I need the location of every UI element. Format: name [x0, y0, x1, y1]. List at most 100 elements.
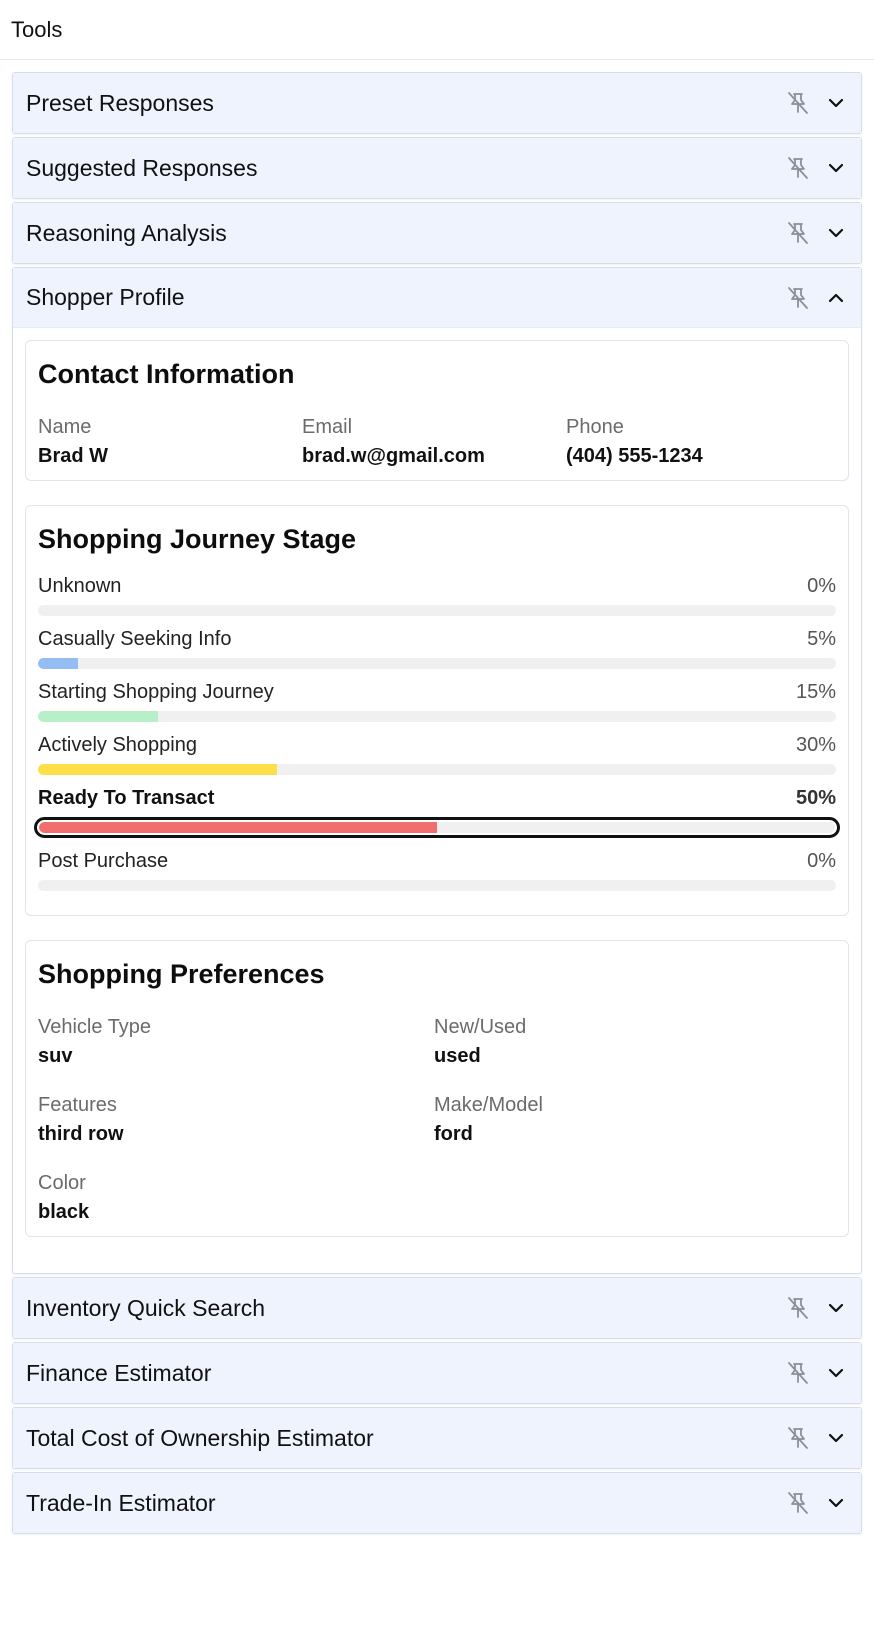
pin-off-icon[interactable] — [785, 1295, 811, 1321]
chevron-down-icon[interactable] — [825, 1492, 847, 1514]
chevron-down-icon[interactable] — [825, 1362, 847, 1384]
stage-starting-shopping-journey: Starting Shopping Journey 15% — [38, 681, 836, 722]
make-model-label: Make/Model — [434, 1094, 543, 1116]
panel-inventory-quick-search: Inventory Quick Search — [12, 1277, 862, 1339]
stage-casually-seeking-info: Casually Seeking Info 5% — [38, 628, 836, 669]
panel-preset-responses: Preset Responses — [12, 72, 862, 134]
shopping-journey-card: Shopping Journey Stage Unknown 0% Casually… — [25, 505, 849, 916]
pin-off-icon[interactable] — [785, 1490, 811, 1516]
progress-track — [39, 822, 835, 833]
progress-fill — [38, 658, 78, 669]
progress-track — [38, 605, 836, 616]
vehicle-type-value: suv — [38, 1045, 73, 1067]
chevron-down-icon[interactable] — [825, 1427, 847, 1449]
panel-header-trade-in-estimator[interactable]: Trade-In Estimator — [13, 1473, 861, 1533]
chevron-down-icon[interactable] — [825, 92, 847, 114]
progress-bar-frame — [38, 711, 836, 722]
progress-bar-frame — [38, 658, 836, 669]
new-used-value: used — [434, 1045, 481, 1067]
tools-header: Tools — [0, 0, 874, 60]
pin-off-icon[interactable] — [785, 220, 811, 246]
stage-actively-shopping: Actively Shopping 30% — [38, 734, 836, 775]
panel-header-total-cost-of-ownership[interactable]: Total Cost of Ownership Estimator — [13, 1408, 861, 1468]
stage-label: Casually Seeking Info — [38, 628, 232, 650]
page-title: Tools — [11, 16, 63, 42]
pin-off-icon[interactable] — [785, 285, 811, 311]
stage-label: Unknown — [38, 575, 122, 597]
panel-finance-estimator: Finance Estimator — [12, 1342, 862, 1404]
phone-value: (404) 555-1234 — [566, 445, 703, 467]
stage-row: Casually Seeking Info 5% — [38, 628, 836, 651]
progress-fill — [38, 711, 158, 722]
panel-title: Suggested Responses — [26, 154, 258, 181]
progress-fill — [39, 822, 437, 833]
phone-label: Phone — [566, 416, 624, 438]
shopper-profile-body: Contact Information Name Brad W Email br… — [13, 328, 861, 1273]
panel-trade-in-estimator: Trade-In Estimator — [12, 1472, 862, 1534]
panel-reasoning-analysis: Reasoning Analysis — [12, 202, 862, 264]
stage-percent: 15% — [795, 681, 836, 703]
progress-bar-frame — [38, 764, 836, 775]
name-value: Brad W — [38, 445, 108, 467]
progress-track — [38, 658, 836, 669]
stage-list: Unknown 0% Casually Seeking Info 5% Starting… — [34, 575, 840, 891]
progress-bar-frame — [38, 880, 836, 891]
tools-panel-list: Preset Responses Suggested Responses Rea… — [0, 60, 874, 1534]
panel-title: Finance Estimator — [26, 1359, 212, 1386]
panel-title: Inventory Quick Search — [26, 1294, 266, 1321]
stage-label: Starting Shopping Journey — [38, 681, 274, 703]
stage-unknown: Unknown 0% — [38, 575, 836, 616]
panel-title: Reasoning Analysis — [26, 219, 227, 246]
panel-header-shopper-profile[interactable]: Shopper Profile — [13, 268, 861, 328]
stage-row: Unknown 0% — [38, 575, 836, 598]
stage-post-purchase: Post Purchase 0% — [38, 850, 836, 891]
chevron-down-icon[interactable] — [825, 1297, 847, 1319]
panel-header-reasoning-analysis[interactable]: Reasoning Analysis — [13, 203, 861, 263]
stage-row: Post Purchase 0% — [38, 850, 836, 873]
stage-percent: 30% — [795, 734, 836, 756]
panel-title: Preset Responses — [26, 89, 214, 116]
stage-row: Actively Shopping 30% — [38, 734, 836, 757]
stage-row: Starting Shopping Journey 15% — [38, 681, 836, 704]
pin-off-icon[interactable] — [785, 1425, 811, 1451]
pin-off-icon[interactable] — [785, 155, 811, 181]
pin-off-icon[interactable] — [785, 1360, 811, 1386]
panel-suggested-responses: Suggested Responses — [12, 137, 862, 199]
stage-label: Post Purchase — [38, 850, 169, 872]
chevron-down-icon[interactable] — [825, 222, 847, 244]
panel-header-preset-responses[interactable]: Preset Responses — [13, 73, 861, 133]
features-label: Features — [38, 1094, 117, 1116]
shopping-preferences-card: Shopping Preferences Vehicle Type suv Ne… — [25, 940, 849, 1237]
progress-bar-frame — [38, 605, 836, 616]
make-model-value: ford — [434, 1123, 473, 1145]
card-title: Shopping Journey Stage — [38, 524, 357, 554]
progress-track — [38, 711, 836, 722]
panel-title: Total Cost of Ownership Estimator — [26, 1424, 374, 1451]
panel-header-finance-estimator[interactable]: Finance Estimator — [13, 1343, 861, 1403]
progress-track — [38, 880, 836, 891]
new-used-label: New/Used — [434, 1016, 527, 1038]
stage-row: Ready To Transact 50% — [38, 787, 836, 810]
panel-total-cost-of-ownership: Total Cost of Ownership Estimator — [12, 1407, 862, 1469]
stage-percent: 5% — [807, 628, 836, 650]
stage-percent: 50% — [795, 787, 836, 809]
contact-information-card: Contact Information Name Brad W Email br… — [25, 340, 849, 481]
progress-bar-frame — [34, 817, 840, 838]
vehicle-type-label: Vehicle Type — [38, 1016, 152, 1038]
color-label: Color — [38, 1172, 86, 1194]
chevron-up-icon[interactable] — [825, 287, 847, 309]
panel-shopper-profile: Shopper Profile Contact Information Name… — [12, 267, 862, 1274]
panel-title: Trade-In Estimator — [26, 1489, 216, 1516]
panel-header-inventory-quick-search[interactable]: Inventory Quick Search — [13, 1278, 861, 1338]
name-label: Name — [38, 416, 92, 438]
stage-label: Ready To Transact — [38, 787, 215, 809]
features-value: third row — [38, 1123, 124, 1145]
chevron-down-icon[interactable] — [825, 157, 847, 179]
panel-title: Shopper Profile — [26, 284, 185, 310]
progress-fill — [38, 764, 278, 775]
stage-percent: 0% — [807, 850, 836, 872]
stage-percent: 0% — [807, 575, 836, 597]
email-value: brad.w@gmail.com — [302, 445, 485, 467]
panel-header-suggested-responses[interactable]: Suggested Responses — [13, 138, 861, 198]
pin-off-icon[interactable] — [785, 90, 811, 116]
